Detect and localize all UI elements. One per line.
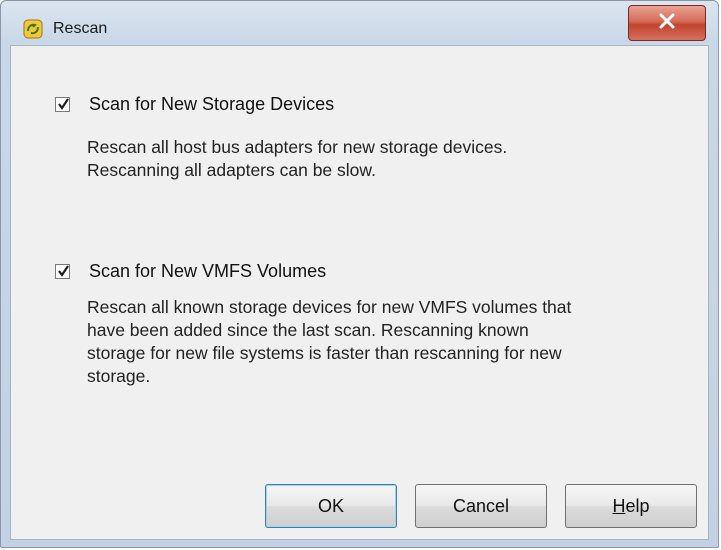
storage-devices-description: Rescan all host bus adapters for new sto… — [87, 136, 507, 182]
rescan-dialog: Rescan Scan for New Storage Devices Resc… — [0, 0, 719, 548]
close-icon — [658, 13, 676, 34]
description-line: storage. — [87, 366, 151, 386]
description-line: Rescan all known storage devices for new… — [87, 297, 572, 317]
window-title: Rescan — [53, 20, 108, 37]
help-button[interactable]: Help — [565, 484, 697, 528]
title-bar[interactable]: Rescan — [1, 1, 718, 43]
help-mnemonic: H — [612, 495, 626, 516]
cancel-button-label: Cancel — [452, 495, 510, 516]
scan-vmfs-volumes-checkbox[interactable] — [55, 264, 70, 279]
description-line: have been added since the last scan. Res… — [87, 320, 529, 340]
vmfs-volumes-description: Rescan all known storage devices for new… — [87, 296, 571, 388]
scan-storage-devices-label[interactable]: Scan for New Storage Devices — [89, 94, 334, 115]
cancel-button[interactable]: Cancel — [415, 484, 547, 528]
scan-storage-devices-checkbox[interactable] — [55, 97, 70, 112]
storage-devices-option[interactable]: Scan for New Storage Devices — [55, 94, 334, 115]
ok-button[interactable]: OK — [265, 484, 397, 528]
ok-button-label: OK — [317, 495, 344, 516]
description-line: Rescanning all adapters can be slow. — [87, 160, 376, 180]
dialog-content: Scan for New Storage Devices Rescan all … — [10, 45, 709, 540]
checkmark-icon — [58, 98, 69, 110]
close-button[interactable] — [628, 5, 706, 41]
vsphere-app-icon — [23, 19, 43, 39]
vmfs-volumes-option[interactable]: Scan for New VMFS Volumes — [55, 261, 326, 282]
checkmark-icon — [58, 265, 69, 277]
help-button-label: Help — [612, 496, 649, 517]
description-line: Rescan all host bus adapters for new sto… — [87, 137, 508, 157]
description-line: storage for new file systems is faster t… — [87, 343, 562, 363]
help-label-rest: elp — [625, 495, 650, 516]
scan-vmfs-volumes-label[interactable]: Scan for New VMFS Volumes — [89, 261, 326, 282]
